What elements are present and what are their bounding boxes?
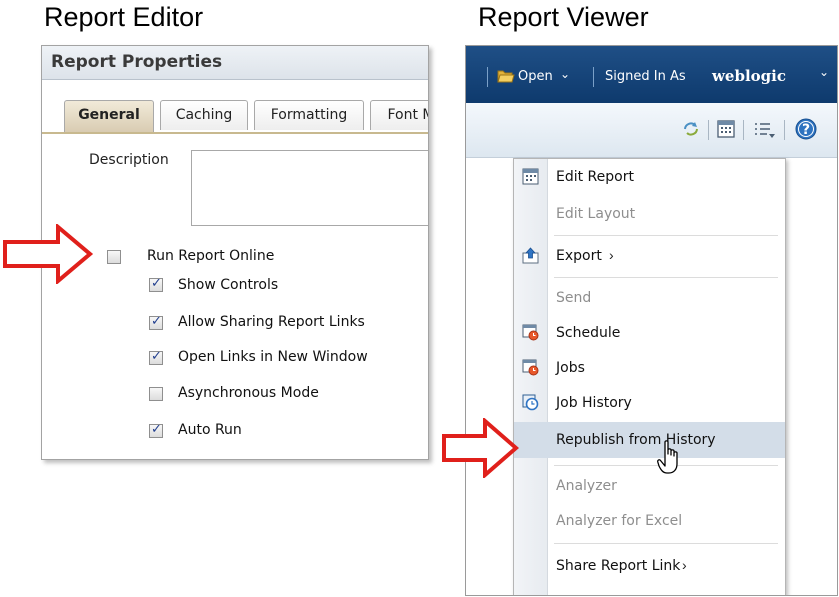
menu-item-label: Job History <box>556 395 632 411</box>
menu-item-share-report-link[interactable]: Share Report Link › <box>514 549 785 583</box>
menu-item-republish-from-history[interactable]: Republish from History <box>514 422 785 458</box>
show-controls-checkbox[interactable] <box>149 276 163 292</box>
menu-item-label: Export <box>556 248 602 264</box>
menu-separator <box>554 543 778 544</box>
menu-separator <box>554 235 778 236</box>
open-links-new-window-checkbox[interactable] <box>149 349 163 365</box>
asynchronous-mode-checkbox[interactable] <box>149 387 163 401</box>
menu-item-label: Analyzer <box>556 478 617 494</box>
tab-formatting[interactable]: Formatting <box>254 100 364 130</box>
report-viewer-caption: Report Viewer <box>478 2 649 32</box>
menu-item-label: Jobs <box>556 360 585 376</box>
menu-item-label: Edit Layout <box>556 206 636 222</box>
menu-item-send[interactable]: Send <box>514 281 785 315</box>
auto-run-label: Auto Run <box>178 422 242 438</box>
open-label: Open <box>518 69 553 84</box>
menu-item-schedule[interactable]: Schedule <box>514 316 785 350</box>
schedule-icon <box>522 324 539 341</box>
toolbar-separator <box>784 120 785 140</box>
chevron-right-icon: › <box>682 557 687 573</box>
menu-item-export[interactable]: Export › <box>514 239 785 273</box>
menu-item-jobs[interactable]: Jobs <box>514 351 785 385</box>
tab-underline <box>42 132 428 134</box>
hand-pointer-icon <box>657 440 678 474</box>
calendar-icon <box>522 168 539 185</box>
jobs-icon <box>522 359 539 376</box>
export-icon <box>522 247 539 264</box>
menu-item-label: Schedule <box>556 325 621 341</box>
description-field[interactable] <box>191 150 428 226</box>
menu-item-edit-layout[interactable]: Edit Layout <box>514 197 785 231</box>
report-editor-caption: Report Editor <box>44 2 204 32</box>
menu-item-analyzer[interactable]: Analyzer <box>514 469 785 503</box>
report-viewer-panel: Open ⌄ Signed In As weblogic ⌄ ? Edit Re… <box>465 45 838 596</box>
chevron-right-icon: › <box>609 247 614 263</box>
tab-general[interactable]: General <box>64 100 154 132</box>
report-properties-title: Report Properties <box>42 46 428 80</box>
header-separator <box>593 67 594 87</box>
svg-text:?: ? <box>802 122 810 138</box>
menu-item-label: Edit Report <box>556 169 634 185</box>
folder-icon <box>497 70 515 83</box>
menu-item-edit-report[interactable]: Edit Report <box>514 160 785 194</box>
menu-item-job-history[interactable]: Job History <box>514 386 785 420</box>
tab-font-mapping[interactable]: Font M <box>370 100 428 130</box>
report-properties-panel: Report Properties General Caching Format… <box>41 45 429 460</box>
auto-run-checkbox[interactable] <box>149 422 163 438</box>
report-actions-menu: Edit Report Edit Layout Export › Send Sc… <box>513 158 786 595</box>
viewer-header-bar: Open ⌄ Signed In As weblogic ⌄ <box>466 46 837 103</box>
menu-item-analyzer-for-excel[interactable]: Analyzer for Excel <box>514 504 785 538</box>
job-history-icon <box>522 394 539 411</box>
menu-separator <box>554 277 778 278</box>
chevron-down-icon: ⌄ <box>560 67 571 81</box>
toolbar-separator <box>743 120 744 140</box>
open-links-new-window-label: Open Links in New Window <box>178 349 368 365</box>
menu-item-label: Share Report Link <box>556 558 681 574</box>
description-label: Description <box>89 152 169 168</box>
user-menu-button[interactable]: weblogic <box>712 67 786 85</box>
menu-item-label: Analyzer for Excel <box>556 513 683 529</box>
refresh-icon[interactable] <box>681 120 701 138</box>
properties-tabs: General Caching Formatting Font M <box>64 100 428 132</box>
asynchronous-mode-label: Asynchronous Mode <box>178 385 319 401</box>
header-separator <box>487 67 488 87</box>
menu-item-label: Send <box>556 290 592 306</box>
actions-menu-icon[interactable] <box>753 120 777 140</box>
pointer-arrow-icon <box>442 418 519 478</box>
viewer-toolbar: ? <box>466 103 837 158</box>
run-report-online-checkbox[interactable] <box>107 250 121 264</box>
calendar-icon[interactable] <box>716 119 736 139</box>
help-icon[interactable]: ? <box>794 117 818 141</box>
toolbar-separator <box>708 120 709 140</box>
allow-sharing-report-links-checkbox[interactable] <box>149 314 163 330</box>
show-controls-label: Show Controls <box>178 277 279 293</box>
allow-sharing-report-links-label: Allow Sharing Report Links <box>178 314 365 330</box>
tab-caching[interactable]: Caching <box>160 100 248 130</box>
signed-in-label: Signed In As <box>605 69 686 84</box>
pointer-arrow-icon <box>3 224 94 284</box>
run-report-online-label: Run Report Online <box>147 248 275 264</box>
chevron-down-icon: ⌄ <box>819 65 830 79</box>
menu-item-label: Republish from History <box>556 432 716 448</box>
